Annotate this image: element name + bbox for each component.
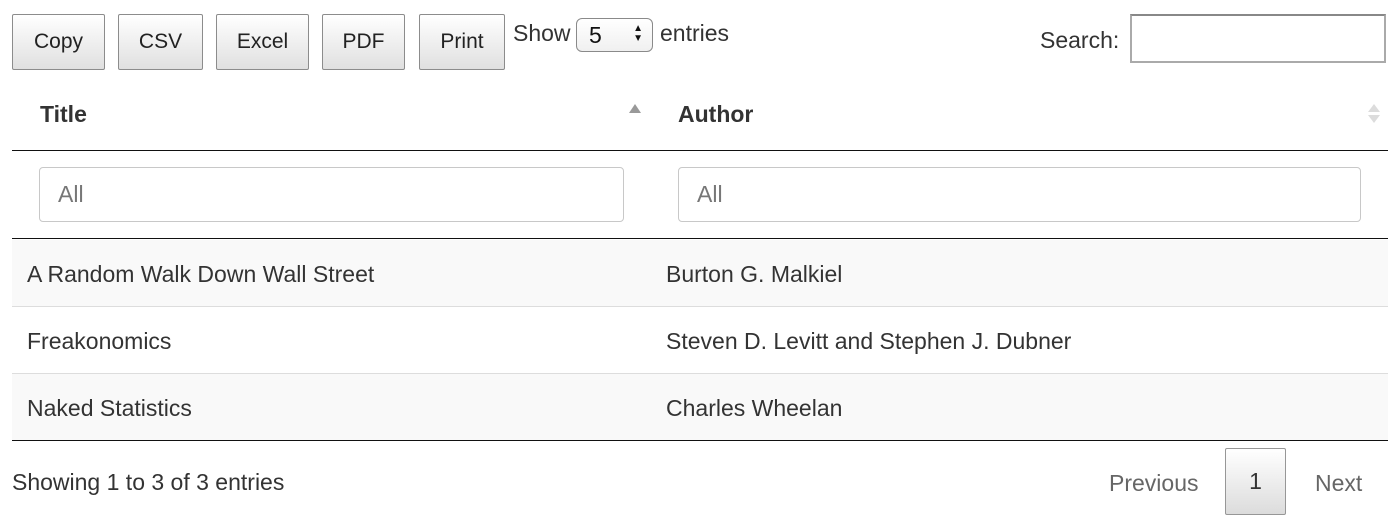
table-row: Naked Statistics Charles Wheelan xyxy=(12,374,1388,441)
pdf-button[interactable]: PDF xyxy=(322,14,405,70)
title-cell: A Random Walk Down Wall Street xyxy=(27,261,375,287)
entries-label: entries xyxy=(660,20,730,46)
table-bottom-border xyxy=(12,440,1388,441)
entries-length-value: 5 xyxy=(589,22,602,48)
table-row: A Random Walk Down Wall Street Burton G.… xyxy=(12,240,1388,307)
sort-both-icon xyxy=(1368,104,1380,126)
page-1-button[interactable]: 1 xyxy=(1225,448,1286,515)
print-button[interactable]: Print xyxy=(419,14,505,70)
entries-length-select[interactable]: 5 ▲ ▼ xyxy=(576,18,653,52)
csv-button[interactable]: CSV xyxy=(118,14,203,70)
copy-button[interactable]: Copy xyxy=(12,14,105,70)
column-header-title[interactable]: Title xyxy=(40,101,87,128)
author-cell: Charles Wheelan xyxy=(666,395,843,421)
title-cell: Naked Statistics xyxy=(27,395,192,421)
column-header-author[interactable]: Author xyxy=(678,101,753,128)
author-cell: Steven D. Levitt and Stephen J. Dubner xyxy=(666,328,1072,354)
title-cell: Freakonomics xyxy=(27,328,172,354)
header-divider xyxy=(12,150,1388,151)
select-arrows-icon: ▲ ▼ xyxy=(633,23,643,44)
table-info: Showing 1 to 3 of 3 entries xyxy=(12,469,285,495)
sort-ascending-icon xyxy=(629,104,641,113)
author-filter-input[interactable] xyxy=(678,167,1361,222)
next-page-button[interactable]: Next xyxy=(1315,470,1362,497)
previous-page-button[interactable]: Previous xyxy=(1109,470,1198,497)
search-label: Search: xyxy=(1040,27,1120,53)
author-cell: Burton G. Malkiel xyxy=(666,261,843,287)
search-input[interactable] xyxy=(1130,14,1386,63)
filter-divider xyxy=(12,238,1388,239)
excel-button[interactable]: Excel xyxy=(216,14,309,70)
title-filter-input[interactable] xyxy=(39,167,624,222)
table-row: Freakonomics Steven D. Levitt and Stephe… xyxy=(12,307,1388,374)
show-label: Show xyxy=(513,20,571,46)
